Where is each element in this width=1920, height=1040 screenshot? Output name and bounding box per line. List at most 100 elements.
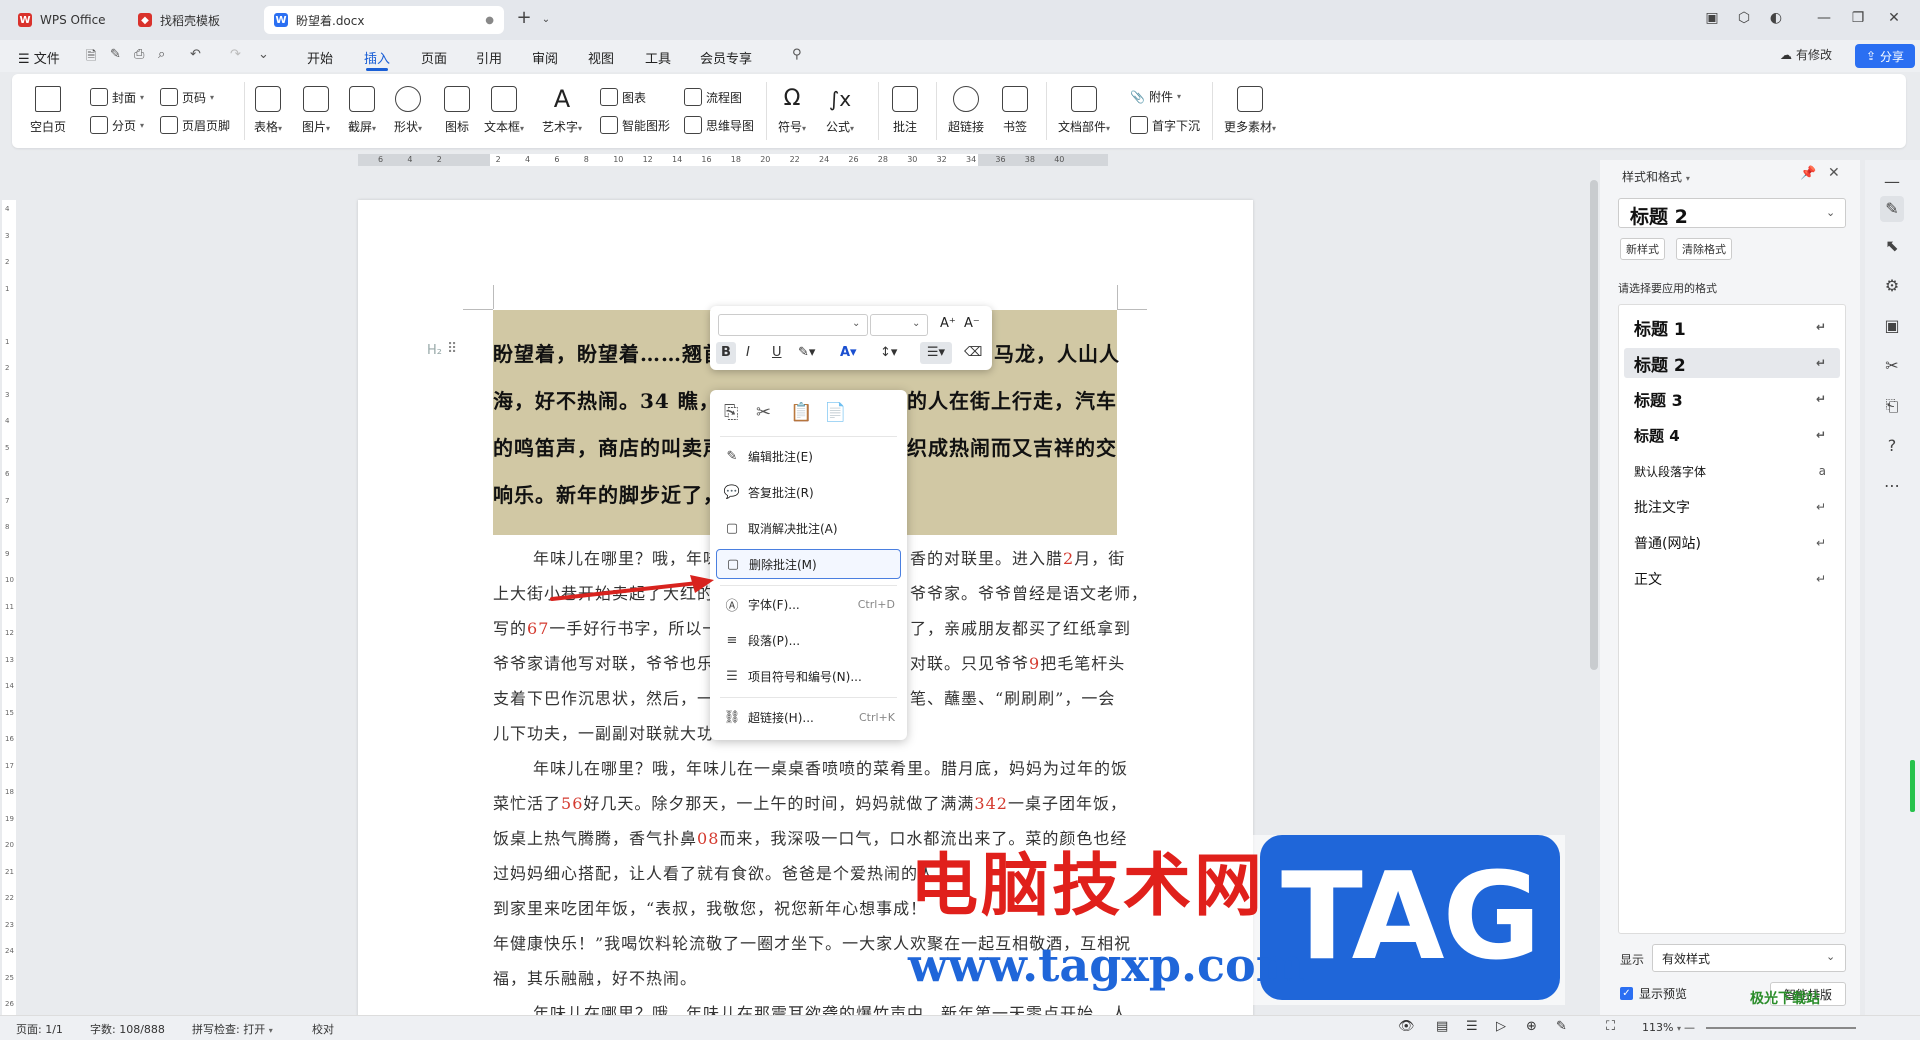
shape-button[interactable]: 形状▾ — [394, 86, 422, 135]
style-brush-icon[interactable]: ✎ — [1880, 196, 1904, 222]
tab-close-icon[interactable]: ● — [485, 15, 494, 26]
body-line[interactable]: 笔、蘸墨、“刷刷刷”，一会 — [910, 685, 1115, 709]
pen-mode-icon[interactable]: ✎ — [1556, 1019, 1567, 1034]
style-item-body[interactable]: 正文 ↵ — [1624, 564, 1840, 594]
menu-page[interactable]: 页面 — [421, 48, 447, 67]
body-line[interactable]: 儿下功夫，一副副对联就大功 — [493, 720, 714, 744]
body-line[interactable]: 年味儿在哪里？哦，年味 — [533, 545, 720, 569]
image-edit-icon[interactable]: ▣ — [1880, 316, 1904, 335]
menu-insert[interactable]: 插入 — [364, 48, 390, 67]
menu-reference[interactable]: 引用 — [476, 48, 502, 67]
font-name-chevron-icon[interactable]: ⌄ — [852, 318, 860, 329]
table-button[interactable]: 表格▾ — [254, 86, 282, 135]
fit-icon[interactable]: ⛶ — [1606, 1019, 1615, 1034]
adjust-icon[interactable]: ⚙ — [1880, 276, 1904, 295]
web-view-icon[interactable]: ⊕ — [1526, 1019, 1537, 1034]
heading-line[interactable]: 响乐。新年的脚步近了， — [493, 479, 724, 508]
cut-icon[interactable]: ✂ — [756, 402, 771, 423]
flowchart-button[interactable]: 流程图 — [684, 88, 742, 106]
screenshot-button[interactable]: 截屏▾ — [348, 86, 376, 135]
chart-button[interactable]: 图表 — [600, 88, 646, 106]
new-style-button[interactable]: 新样式 — [1620, 238, 1665, 260]
body-line[interactable]: 写的67一手好行书字，所以一 — [493, 615, 719, 639]
style-item-comment-text[interactable]: 批注文字 ↵ — [1624, 492, 1840, 522]
spell-check[interactable]: 拼写检查: 打开 ▾ — [192, 1021, 273, 1037]
proofread[interactable]: 校对 — [312, 1021, 334, 1037]
tools-icon[interactable]: ✂ — [1880, 356, 1904, 375]
font-color-icon[interactable]: A▾ — [840, 345, 857, 360]
clear-format-button[interactable]: 清除格式 — [1676, 238, 1732, 260]
search-icon[interactable]: ⚲ — [792, 47, 802, 62]
hyperlink-button[interactable]: 超链接 — [948, 86, 984, 135]
show-preview-checkbox[interactable]: ✓ 显示预览 — [1620, 985, 1687, 1002]
paste-special-icon[interactable]: 📄 — [824, 402, 846, 423]
preview-icon[interactable]: ⌕ — [158, 47, 165, 62]
play-icon[interactable]: ▷ — [1496, 1019, 1506, 1034]
save-icon[interactable]: 🗎 — [86, 47, 96, 69]
body-line[interactable]: 到家里来吃团年饭，“表叔，我敬您，祝您新年心想事成！ — [493, 895, 927, 919]
avatar[interactable]: ◐ — [1764, 10, 1788, 26]
line-spacing-icon[interactable]: ↕▾ — [880, 345, 897, 360]
cover-button[interactable]: 封面 ▾ — [90, 88, 144, 106]
tab-wps-office[interactable]: W WPS Office — [8, 6, 120, 34]
reply-comment-item[interactable]: 💬 答复批注(R) — [716, 477, 901, 507]
body-line[interactable]: 了，亲戚朋友都买了红纸拿到 — [910, 615, 1131, 639]
grow-font-button[interactable]: A⁺ — [940, 316, 956, 331]
bold-button[interactable]: B — [716, 342, 736, 364]
outline-view-icon[interactable]: ☰ — [1466, 1019, 1478, 1034]
heading-line[interactable]: 盼望着，盼望着……翘首 — [493, 338, 724, 367]
redo-icon[interactable]: ↷ — [230, 47, 241, 62]
heading-line[interactable]: 海，好不热闹。34 瞧， — [493, 385, 720, 414]
show-filter-chevron-icon[interactable]: ⌄ — [1826, 950, 1835, 963]
zoom-slider[interactable] — [1706, 1027, 1856, 1029]
font-item[interactable]: Ⓐ 字体(F)... Ctrl+D — [716, 589, 901, 619]
highlight-icon[interactable]: ✎▾ — [798, 345, 815, 360]
select-icon[interactable]: ⬉ — [1880, 236, 1904, 255]
paragraph-drag-handle-icon[interactable]: ⠿ — [447, 341, 457, 357]
tab-document[interactable]: W 盼望着.docx ● — [264, 6, 504, 34]
unresolve-comment-item[interactable]: ▢ 取消解决批注(A) — [716, 513, 901, 543]
attachment-button[interactable]: 📎 附件 ▾ — [1130, 88, 1181, 105]
page-number-button[interactable]: 页码 ▾ — [160, 88, 214, 106]
formula-button[interactable]: ∫x 公式▾ — [826, 86, 854, 135]
heading-line-right[interactable]: 马龙，人山人 — [994, 338, 1120, 367]
panel-close-icon[interactable]: ✕ — [1828, 165, 1840, 181]
page-break-button[interactable]: 分页 ▾ — [90, 116, 144, 134]
comment-button[interactable]: 批注 — [892, 86, 918, 135]
zoom-level[interactable]: 113% ▾ — [1642, 1021, 1681, 1034]
copy-icon[interactable]: ⎘ — [724, 402, 738, 423]
undo-icon[interactable]: ↶ — [190, 47, 201, 62]
modify-button[interactable]: ☁ 有修改 — [1780, 46, 1832, 63]
shrink-font-button[interactable]: A⁻ — [964, 316, 980, 331]
edit-comment-item[interactable]: ✎ 编辑批注(E) — [716, 441, 901, 471]
pen-icon[interactable]: ✎ — [110, 47, 121, 62]
quick-access-chevron-icon[interactable]: ⌄ — [258, 47, 269, 62]
tab-template[interactable]: ◆ 找稻壳模板 — [128, 6, 258, 34]
restore-icon[interactable]: ❐ — [1846, 10, 1870, 26]
body-line[interactable]: 年味儿在哪里？哦，年味儿在一桌桌香喷喷的菜肴里。腊月底，妈妈为过年的饭 — [533, 755, 1128, 779]
menu-review[interactable]: 审阅 — [532, 48, 558, 67]
blank-page-button[interactable]: 空白页 — [30, 86, 66, 135]
mindmap-button[interactable]: 思维导图 — [684, 116, 754, 134]
eye-icon[interactable]: 👁 — [1398, 1019, 1415, 1034]
review-icon[interactable]: ⎗ — [1880, 396, 1904, 416]
menu-member[interactable]: 会员专享 — [700, 48, 752, 67]
body-line[interactable]: 支着下巴作沉思状，然后，一 — [493, 685, 714, 709]
minimize-icon[interactable]: — — [1812, 10, 1836, 26]
drop-cap-button[interactable]: 首字下沉 — [1130, 116, 1200, 134]
new-tab-button[interactable]: + — [512, 7, 536, 28]
style-item-heading-3[interactable]: 标题 3 ↵ — [1624, 384, 1840, 414]
tab-list-chevron-icon[interactable]: ⌄ — [534, 14, 558, 25]
style-item-normal-web[interactable]: 普通(网站) ↵ — [1624, 528, 1840, 558]
minimize-panel-icon[interactable]: — — [1880, 172, 1904, 191]
page-view-icon[interactable]: ▤ — [1436, 1019, 1448, 1034]
body-line[interactable]: 香的对联里。进入腊2月，街 — [910, 545, 1125, 569]
menu-start[interactable]: 开始 — [307, 48, 333, 67]
bullets-numbering-item[interactable]: ☰ 项目符号和编号(N)... — [716, 661, 901, 691]
page-count[interactable]: 页面: 1/1 — [16, 1021, 63, 1037]
zoom-out-icon[interactable]: — — [1684, 1021, 1695, 1034]
style-item-heading-4[interactable]: 标题 4 ↵ — [1624, 420, 1840, 450]
style-select-chevron-icon[interactable]: ⌄ — [1826, 206, 1835, 219]
doc-parts-button[interactable]: 文档部件▾ — [1058, 86, 1110, 135]
close-icon[interactable]: ✕ — [1882, 10, 1906, 26]
